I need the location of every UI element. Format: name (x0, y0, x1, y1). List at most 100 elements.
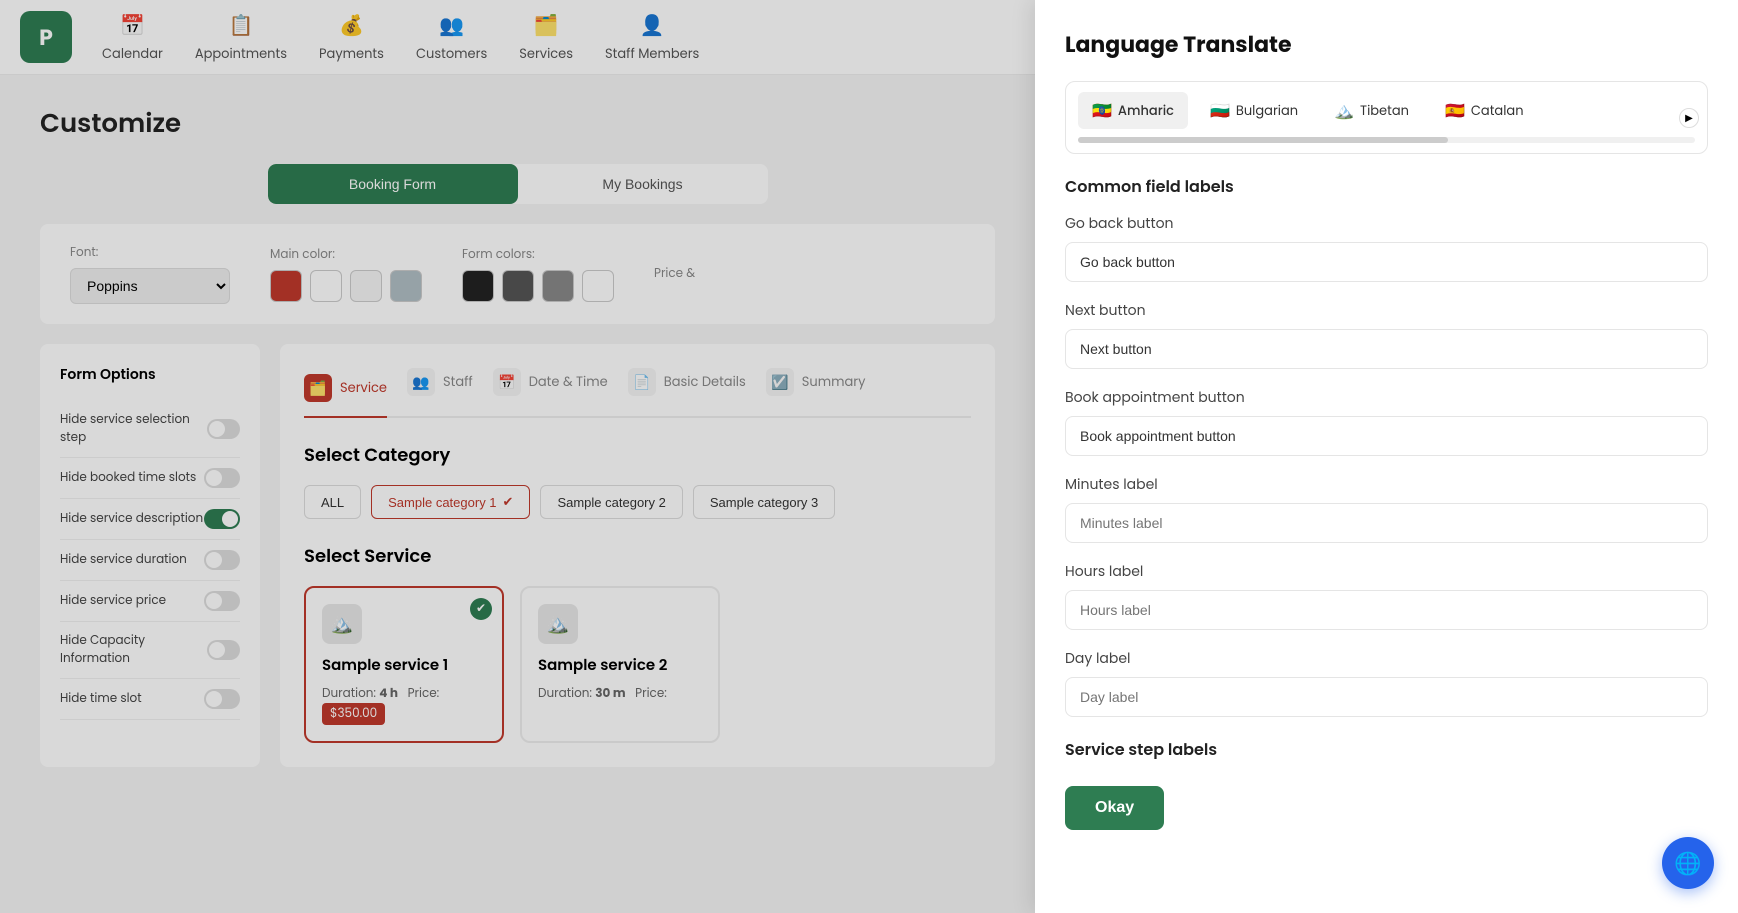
date-time-step-icon: 📅 (493, 368, 521, 396)
form-color-swatch-4[interactable] (582, 270, 614, 302)
category-btn-cat3[interactable]: Sample category 3 (693, 485, 835, 519)
field-input-next[interactable] (1065, 329, 1708, 369)
select-category-title: Select Category (304, 442, 971, 469)
lang-tabs: 🇪🇹 Amharic🇧🇬 Bulgarian🏔️ Tibetan🇪🇸 Catal… (1078, 92, 1695, 129)
field-input-go-back[interactable] (1065, 242, 1708, 282)
top-nav: P 📅 Calendar 📋Appointments 💰Payments 👥Custom… (0, 0, 1035, 75)
toggle-hide-service-description[interactable] (204, 509, 240, 529)
nav-item-payments[interactable]: 💰Payments (319, 10, 384, 64)
help-button[interactable]: 🌐 (1662, 837, 1714, 889)
main-color-swatch-3[interactable] (350, 270, 382, 302)
field-input-day[interactable] (1065, 677, 1708, 717)
lang-label-catalan: Catalan (1471, 101, 1524, 121)
toggle-hide-booked-slots[interactable] (204, 468, 240, 488)
toggle-row-hide-time-slot: Hide time slot (60, 679, 240, 720)
tab-switcher: Booking FormMy Bookings (268, 164, 768, 204)
lang-tab-amharic[interactable]: 🇪🇹 Amharic (1078, 92, 1188, 129)
toggle-hide-service-price[interactable] (204, 591, 240, 611)
toggle-row-hide-service-selection: Hide service selection step (60, 401, 240, 458)
field-group-go-back: Go back button (1065, 213, 1708, 282)
nav-item-services[interactable]: 🗂️Services (519, 10, 573, 64)
step-tab-summary[interactable]: ☑️ Summary (766, 368, 866, 404)
field-input-minutes[interactable] (1065, 503, 1708, 543)
toggle-label-hide-service-selection: Hide service selection step (60, 411, 207, 447)
service-card-service1[interactable]: 🏔️ Sample service 1 Duration: 4 h Price:… (304, 586, 504, 743)
services-icon: 🗂️ (534, 10, 559, 40)
toggle-label-hide-service-price: Hide service price (60, 592, 166, 610)
main-color-swatch-4[interactable] (390, 270, 422, 302)
toggle-hide-time-slot[interactable] (204, 689, 240, 709)
basic-details-step-icon: 📄 (628, 368, 656, 396)
sidebar-options: Form Options Hide service selection step… (40, 344, 260, 767)
service-name-service1: Sample service 1 (322, 654, 486, 677)
options-row: Font: Poppins Main color: Form colors: (40, 224, 995, 324)
service-card-service2[interactable]: 🏔️ Sample service 2 Duration: 30 m Price… (520, 586, 720, 743)
category-btn-cat1[interactable]: Sample category 1 ✔ (371, 485, 530, 519)
toggle-hide-service-duration[interactable] (204, 550, 240, 570)
sidebar-title: Form Options (60, 364, 240, 385)
nav-item-appointments[interactable]: 📋Appointments (195, 10, 287, 64)
step-tabs: 🗂️ Service 👥 Staff 📅 Date & Time 📄 Basic De… (304, 368, 971, 418)
nav-label-calendar: Calendar (102, 44, 163, 64)
nav-label-customers: Customers (416, 44, 487, 64)
category-btn-all[interactable]: ALL (304, 485, 361, 519)
field-group-day: Day label (1065, 648, 1708, 717)
tab-my-bookings[interactable]: My Bookings (518, 164, 768, 204)
panel-title: Language Translate (1065, 28, 1708, 61)
payments-icon: 💰 (339, 10, 364, 40)
lang-label-bulgarian: Bulgarian (1236, 101, 1298, 121)
toggle-hide-service-selection[interactable] (207, 419, 240, 439)
page-content: Customize Booking FormMy Bookings Font: … (0, 75, 1035, 797)
flag-amharic: 🇪🇹 (1092, 98, 1112, 123)
lang-tab-catalan[interactable]: 🇪🇸 Catalan (1431, 92, 1538, 129)
main-color-swatch-1[interactable] (270, 270, 302, 302)
field-group-next: Next button (1065, 300, 1708, 369)
lang-scroll-right[interactable]: ▶ (1679, 108, 1699, 128)
service-check-service1: ✔ (470, 598, 492, 620)
select-service-title: Select Service (304, 543, 971, 570)
form-color-swatch-1[interactable] (462, 270, 494, 302)
field-label-hours: Hours label (1065, 561, 1708, 582)
form-color-swatch-2[interactable] (502, 270, 534, 302)
toggle-label-hide-capacity: Hide Capacity Information (60, 632, 207, 668)
lang-tab-bulgarian[interactable]: 🇧🇬 Bulgarian (1196, 92, 1312, 129)
step-tab-date-time[interactable]: 📅 Date & Time (493, 368, 608, 404)
step-tab-basic-details[interactable]: 📄 Basic Details (628, 368, 746, 404)
lang-label-amharic: Amharic (1118, 101, 1174, 121)
category-btn-cat2[interactable]: Sample category 2 (540, 485, 682, 519)
field-input-hours[interactable] (1065, 590, 1708, 630)
service-duration-service2: Duration: 30 m Price: (538, 685, 702, 703)
calendar-icon: 📅 (120, 10, 145, 40)
lang-tab-tibetan[interactable]: 🏔️ Tibetan (1320, 92, 1423, 129)
step-tab-staff[interactable]: 👥 Staff (407, 368, 473, 404)
service-step-icon: 🗂️ (304, 374, 332, 402)
field-input-book-appt[interactable] (1065, 416, 1708, 456)
toggle-label-hide-service-description: Hide service description (60, 510, 203, 528)
step-label-staff: Staff (443, 372, 473, 392)
nav-label-staff: Staff Members (605, 44, 699, 64)
main-color-group: Main color: (270, 246, 422, 302)
step-tab-service[interactable]: 🗂️ Service (304, 368, 387, 418)
tab-booking-form[interactable]: Booking Form (268, 164, 518, 204)
form-color-group: Form colors: (462, 246, 614, 302)
font-select[interactable]: Poppins (70, 268, 230, 304)
app-logo[interactable]: P (20, 11, 72, 63)
help-icon: 🌐 (1674, 847, 1701, 880)
service-name-service2: Sample service 2 (538, 654, 702, 677)
okay-button[interactable]: Okay (1065, 786, 1164, 830)
toggle-hide-capacity[interactable] (207, 640, 240, 660)
category-row: ALL Sample category 1 ✔ Sample category 2 S… (304, 485, 971, 519)
nav-item-calendar[interactable]: 📅 Calendar (102, 10, 163, 64)
nav-item-customers[interactable]: 👥Customers (416, 10, 487, 64)
toggle-label-hide-service-duration: Hide service duration (60, 551, 187, 569)
flag-tibetan: 🏔️ (1334, 98, 1354, 123)
field-label-book-appt: Book appointment button (1065, 387, 1708, 408)
main-color-swatch-2[interactable] (310, 270, 342, 302)
field-label-minutes: Minutes label (1065, 474, 1708, 495)
flag-bulgarian: 🇧🇬 (1210, 98, 1230, 123)
price-label: Price & (654, 265, 695, 283)
form-color-swatch-3[interactable] (542, 270, 574, 302)
nav-item-staff[interactable]: 👤 Staff Members (605, 10, 699, 64)
staff-icon: 👤 (640, 10, 665, 40)
service-price-service1: $350.00 (322, 703, 385, 725)
